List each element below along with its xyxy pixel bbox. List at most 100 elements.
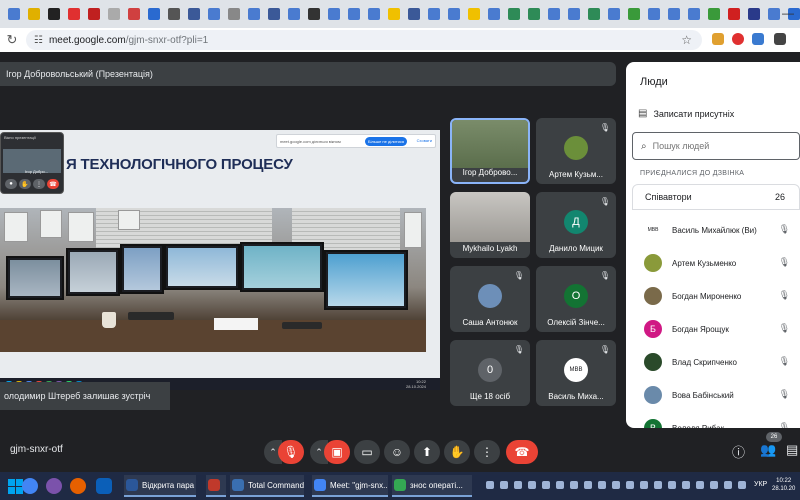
contributors-group[interactable]: Співавтори 26: [632, 184, 800, 210]
tray-icon[interactable]: [556, 481, 564, 489]
hangup-icon[interactable]: ☎: [47, 179, 59, 189]
tab-favicon[interactable]: [328, 8, 340, 20]
stop-sharing-button[interactable]: Більше не ділитися: [364, 137, 407, 146]
mic-muted-icon[interactable]: 🎙: [779, 356, 790, 367]
tab-favicon[interactable]: [568, 8, 580, 20]
mic-muted-icon[interactable]: 🎙: [779, 257, 790, 268]
tab-favicon[interactable]: [308, 8, 320, 20]
tab-favicon[interactable]: [768, 8, 780, 20]
people-search-input[interactable]: [652, 141, 773, 151]
tab-favicon[interactable]: [208, 8, 220, 20]
tab-favicon[interactable]: [428, 8, 440, 20]
extension-icon[interactable]: [732, 33, 744, 45]
tray-icon[interactable]: [500, 481, 508, 489]
participant-tile[interactable]: 🎙 МВВ Василь Миха...: [536, 340, 616, 406]
taskbar-app-button[interactable]: [206, 475, 226, 497]
leave-call-button[interactable]: ☎: [506, 440, 538, 464]
raise-hand-button[interactable]: ✋: [444, 440, 470, 464]
person-row[interactable]: Влад Скрипченко 🎙: [632, 346, 800, 378]
camera-off-button[interactable]: ▣: [324, 440, 350, 464]
minimize-icon[interactable]: —: [782, 6, 794, 20]
tray-icon[interactable]: [710, 481, 718, 489]
tab-favicon[interactable]: [168, 8, 180, 20]
more-options-button[interactable]: ⋮: [474, 440, 500, 464]
tab-favicon[interactable]: [588, 8, 600, 20]
participant-tile[interactable]: 🎙 Д Данило Мицик: [536, 192, 616, 258]
tab-favicon[interactable]: [148, 8, 160, 20]
hand-icon[interactable]: ✋: [19, 179, 31, 189]
participant-tile[interactable]: 🎙 О Олексій Зінче...: [536, 266, 616, 332]
taskbar-app-button[interactable]: Meet: "gjm-snx...: [312, 475, 388, 497]
mic-muted-icon[interactable]: 🎙: [779, 290, 790, 301]
tab-favicon[interactable]: [48, 8, 60, 20]
person-row[interactable]: Артем Кузьменко 🎙: [632, 247, 800, 279]
tab-favicon[interactable]: [288, 8, 300, 20]
chat-icon[interactable]: ▤: [786, 442, 798, 458]
bookmark-star-icon[interactable]: ☆: [681, 33, 692, 47]
extension-icon[interactable]: [712, 33, 724, 45]
tray-icon[interactable]: [486, 481, 494, 489]
tray-icon[interactable]: [668, 481, 676, 489]
person-row[interactable]: Вова Бабінський 🎙: [632, 379, 800, 411]
participant-tile[interactable]: 🎙Mykhailo Lyakh: [450, 192, 530, 258]
participant-tile[interactable]: Ігор Доброво...: [450, 118, 530, 184]
person-row[interactable]: Б Богдан Ярощук 🎙: [632, 313, 800, 345]
tab-favicon[interactable]: [228, 8, 240, 20]
tab-favicon[interactable]: [608, 8, 620, 20]
tray-icon[interactable]: [584, 481, 592, 489]
person-row[interactable]: Богдан Мироненко 🎙: [632, 280, 800, 312]
tab-favicon[interactable]: [188, 8, 200, 20]
app-icon[interactable]: [96, 478, 112, 494]
mic-off-button[interactable]: 🎙: [278, 440, 304, 464]
tab-favicon[interactable]: [708, 8, 720, 20]
captions-button[interactable]: ▭: [354, 440, 380, 464]
extensions-puzzle-icon[interactable]: [774, 33, 786, 45]
viber-icon[interactable]: [46, 478, 62, 494]
tab-favicon[interactable]: [648, 8, 660, 20]
tray-icon[interactable]: [738, 481, 746, 489]
participant-tile[interactable]: 🎙 Саша Антонюк: [450, 266, 530, 332]
emoji-button[interactable]: ☺: [384, 440, 410, 464]
tab-favicon[interactable]: [28, 8, 40, 20]
chrome-icon[interactable]: [22, 478, 38, 494]
tray-icon[interactable]: [724, 481, 732, 489]
taskbar-app-button[interactable]: Total Command...: [230, 475, 304, 497]
tab-favicon[interactable]: [508, 8, 520, 20]
tab-favicon[interactable]: [468, 8, 480, 20]
mic-muted-icon[interactable]: 🎙: [779, 389, 790, 400]
floating-self-view[interactable]: Вікно презентації Ігор Добро... ● ✋ ⋮ ☎: [0, 132, 64, 194]
taskbar-app-button[interactable]: Відкрита пара ...: [124, 475, 196, 497]
tray-icon[interactable]: [570, 481, 578, 489]
tab-favicon[interactable]: [408, 8, 420, 20]
firefox-icon[interactable]: [70, 478, 86, 494]
tab-favicon[interactable]: [108, 8, 120, 20]
address-bar[interactable]: ☷ meet.google.com /gjm-snxr-otf?pli=1 ☆: [26, 30, 702, 50]
mic-muted-icon[interactable]: 🎙: [779, 323, 790, 334]
tab-favicon[interactable]: [628, 8, 640, 20]
tab-favicon[interactable]: [68, 8, 80, 20]
tray-icon[interactable]: [682, 481, 690, 489]
mic-icon[interactable]: ●: [5, 179, 17, 189]
tray-icon[interactable]: [528, 481, 536, 489]
tab-favicon[interactable]: [668, 8, 680, 20]
tray-icon[interactable]: [514, 481, 522, 489]
reload-icon[interactable]: ↻: [0, 32, 24, 48]
person-row[interactable]: В Володя Рибак 🎙: [632, 412, 800, 428]
tab-favicon[interactable]: [8, 8, 20, 20]
tab-favicon[interactable]: [548, 8, 560, 20]
tab-favicon[interactable]: [88, 8, 100, 20]
mic-muted-icon[interactable]: 🎙: [779, 224, 790, 235]
hide-banner-button[interactable]: Сховати: [417, 138, 432, 143]
tab-favicon[interactable]: [748, 8, 760, 20]
tray-icon[interactable]: [696, 481, 704, 489]
record-attendance-button[interactable]: ▤ Записати присутніх: [638, 108, 734, 119]
tray-icon[interactable]: [598, 481, 606, 489]
mic-muted-icon[interactable]: 🎙: [779, 422, 790, 428]
present-button[interactable]: ⬆: [414, 440, 440, 464]
tab-favicon[interactable]: [348, 8, 360, 20]
tray-icon[interactable]: [626, 481, 634, 489]
info-icon[interactable]: ⓘ: [732, 442, 745, 461]
system-clock[interactable]: 10:22 28.10.20: [772, 477, 795, 493]
tab-favicon[interactable]: [268, 8, 280, 20]
participant-tile[interactable]: 🎙 0 Ще 18 осіб: [450, 340, 530, 406]
